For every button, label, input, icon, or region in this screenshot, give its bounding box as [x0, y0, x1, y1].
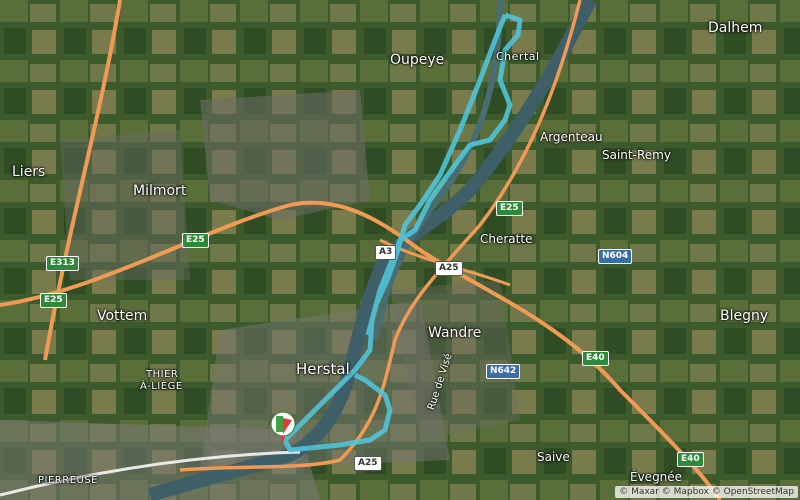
satellite-base: [0, 0, 800, 500]
shield-a25-south: A25: [354, 456, 382, 471]
shield-a25-mid: A25: [435, 261, 463, 276]
shield-e40-south: E40: [677, 452, 704, 467]
shield-e25-mid: E25: [182, 233, 209, 248]
shield-a3: A3: [375, 245, 397, 260]
shield-e313: E313: [46, 256, 79, 271]
start-finish-marker-icon[interactable]: [270, 410, 300, 444]
shield-e25-north: E25: [496, 201, 523, 216]
shield-n642: N642: [486, 364, 521, 379]
map-attribution[interactable]: © Maxar © Mapbox © OpenStreetMap: [615, 486, 798, 498]
map-canvas[interactable]: Dalhem Oupeye Chertal Argenteau Saint-Re…: [0, 0, 800, 500]
shield-e25-west: E25: [40, 293, 67, 308]
shield-e40-mid: E40: [582, 351, 609, 366]
shield-n604: N604: [598, 249, 633, 264]
